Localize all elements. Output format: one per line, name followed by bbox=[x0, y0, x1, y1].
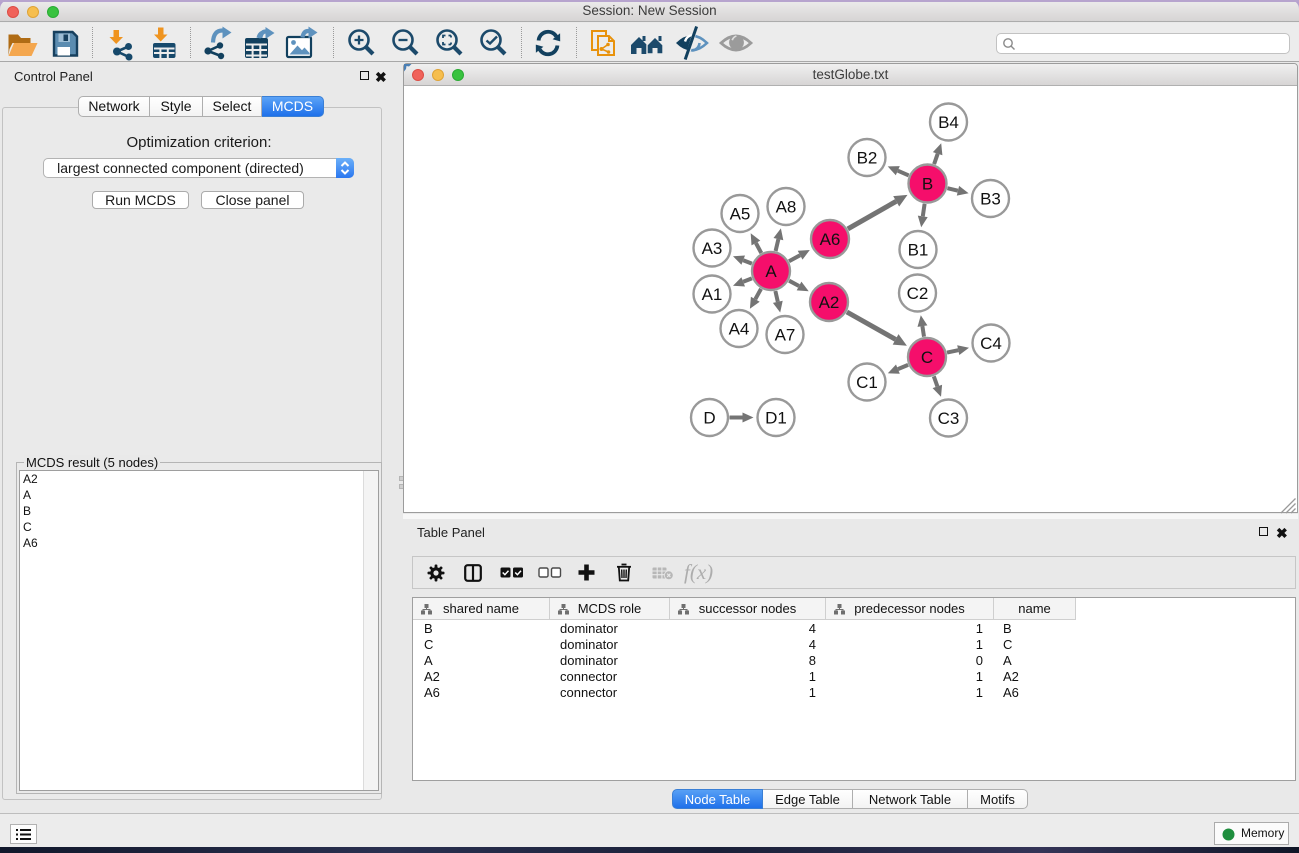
svg-text:C3: C3 bbox=[938, 409, 960, 428]
svg-text:D1: D1 bbox=[765, 409, 787, 428]
svg-text:A3: A3 bbox=[702, 239, 723, 258]
svg-text:A: A bbox=[765, 262, 777, 281]
svg-text:C1: C1 bbox=[856, 373, 878, 392]
svg-text:B: B bbox=[922, 175, 933, 194]
svg-text:A4: A4 bbox=[729, 320, 750, 339]
svg-text:B2: B2 bbox=[857, 149, 878, 168]
svg-text:A2: A2 bbox=[819, 293, 840, 312]
svg-text:B3: B3 bbox=[980, 190, 1001, 209]
svg-text:A6: A6 bbox=[820, 230, 841, 249]
svg-text:D: D bbox=[703, 409, 715, 428]
svg-text:B1: B1 bbox=[908, 241, 929, 260]
svg-text:A8: A8 bbox=[776, 198, 797, 217]
svg-text:A5: A5 bbox=[730, 205, 751, 224]
svg-text:A1: A1 bbox=[702, 285, 723, 304]
svg-text:C2: C2 bbox=[907, 284, 929, 303]
svg-text:B4: B4 bbox=[938, 113, 959, 132]
svg-text:C4: C4 bbox=[980, 334, 1002, 353]
svg-text:C: C bbox=[921, 348, 933, 367]
svg-text:A7: A7 bbox=[775, 326, 796, 345]
